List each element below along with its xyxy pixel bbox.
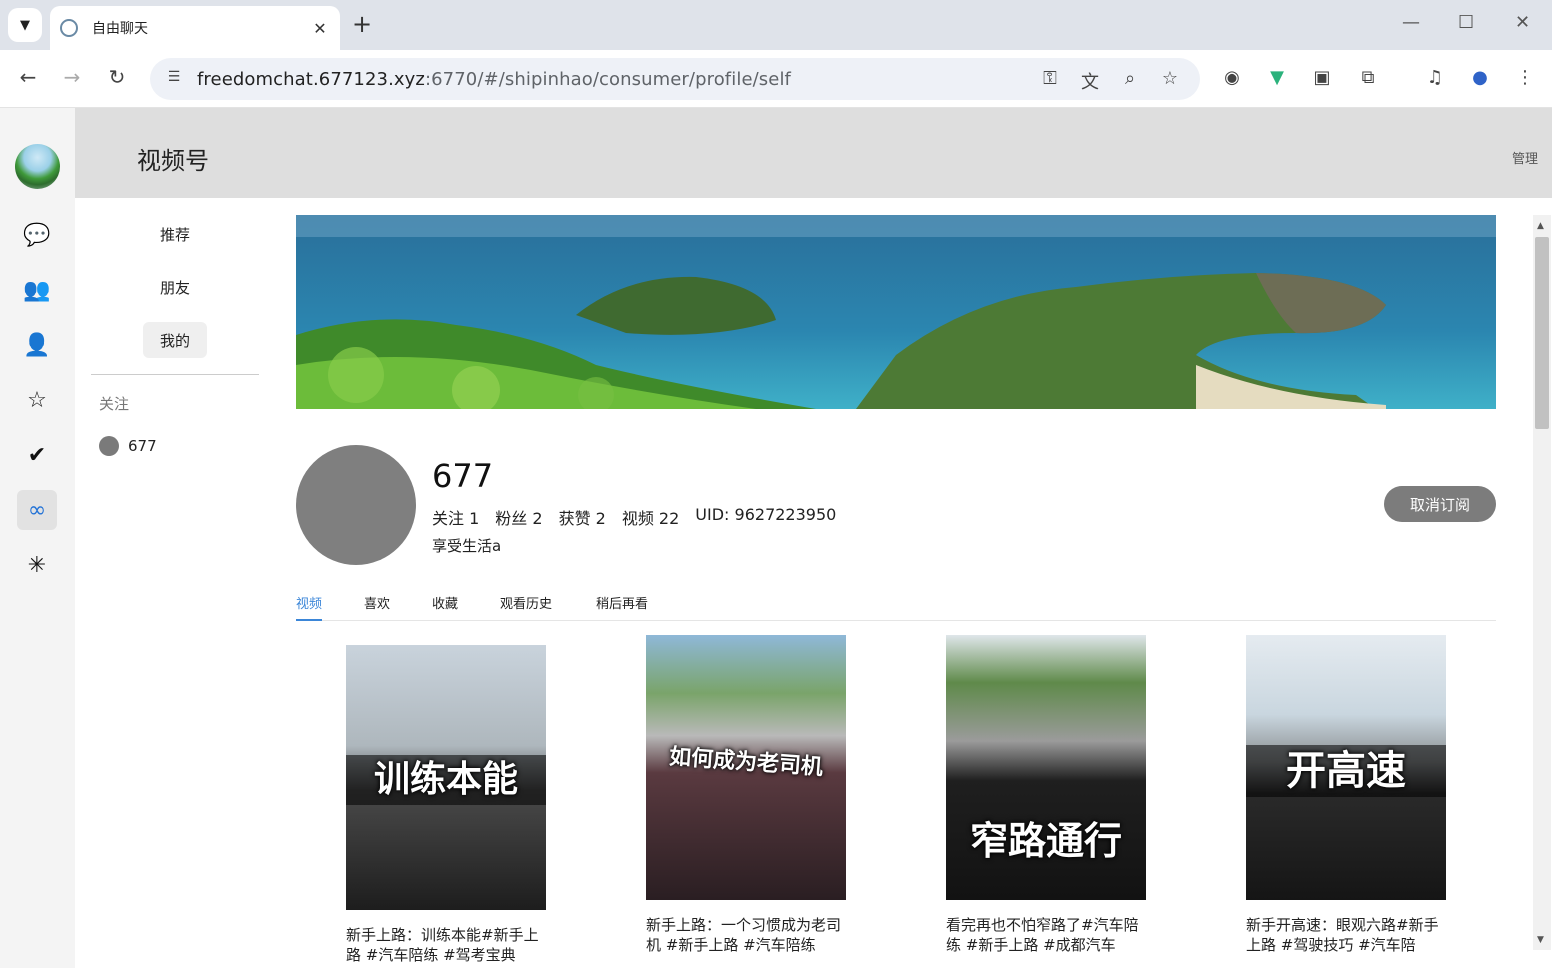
video-thumbnail[interactable]: 训练本能 xyxy=(346,645,546,910)
chat-icon[interactable]: 💬 xyxy=(17,215,57,255)
scroll-down-icon[interactable]: ▼ xyxy=(1537,935,1544,945)
likes-count: 获赞 2 xyxy=(558,509,606,528)
nav-item-friends[interactable]: 朋友 xyxy=(143,269,207,305)
browser-menu-icon[interactable]: ⋮ xyxy=(1513,67,1537,91)
video-title[interactable]: 新手上路：一个习惯成为老司机 #新手上路 #汽车陪练 xyxy=(646,915,846,955)
tab-watch-later[interactable]: 稍后再看 xyxy=(596,593,648,621)
profile-bio: 享受生活a xyxy=(432,537,502,555)
zoom-icon[interactable]: ⌕ xyxy=(1118,68,1142,89)
bookmark-star-icon[interactable]: ☆ xyxy=(1158,68,1182,89)
scroll-up-icon[interactable]: ▲ xyxy=(1537,221,1544,231)
page-header: 视频号 管理 xyxy=(75,108,1552,198)
channels-icon[interactable]: ∞ xyxy=(17,490,57,530)
person-icon[interactable]: 👤 xyxy=(17,325,57,365)
contacts-icon[interactable]: 👥 xyxy=(17,270,57,310)
key-icon[interactable]: ⚿ xyxy=(1038,68,1062,89)
favorites-star-icon[interactable]: ☆ xyxy=(17,380,57,420)
video-title[interactable]: 新手上路：训练本能#新手上路 #汽车陪练 #驾考宝典 xyxy=(346,925,546,965)
scrollbar-thumb[interactable] xyxy=(1535,237,1549,429)
new-tab-icon[interactable]: + xyxy=(352,12,372,36)
tab-title: 自由聊天 xyxy=(92,21,148,37)
site-favicon-icon xyxy=(60,19,78,37)
channels-nav: 推荐 朋友 我的 关注 677 xyxy=(75,198,275,968)
video-thumbnail[interactable]: 窄路通行 xyxy=(946,635,1146,900)
app-sidebar-rail: 💬 👥 👤 ☆ ✔ ∞ ✳ xyxy=(0,108,75,968)
profile-avatar-icon[interactable]: ● xyxy=(1468,67,1492,91)
video-title[interactable]: 看完再也不怕窄路了#汽车陪练 #新手上路 #成都汽车 xyxy=(946,915,1146,955)
video-thumbnail[interactable]: 如何成为老司机 xyxy=(646,635,846,900)
profile-name: 677 xyxy=(432,457,494,495)
verified-badge-icon[interactable]: ✔ xyxy=(17,435,57,475)
site-info-icon[interactable]: ☰ xyxy=(164,69,184,89)
browser-tab[interactable]: 自由聊天 ✕ xyxy=(50,6,340,50)
video-caption: 训练本能 xyxy=(346,755,546,805)
maximize-icon[interactable]: ☐ xyxy=(1458,12,1474,33)
video-title[interactable]: 新手开高速：眼观六路#新手上路 #驾驶技巧 #汽车陪 xyxy=(1246,915,1446,955)
user-avatar[interactable] xyxy=(15,144,60,189)
window-close-icon[interactable]: ✕ xyxy=(1515,12,1530,33)
following-item[interactable]: 677 xyxy=(99,436,157,456)
profile-banner-image xyxy=(296,215,1496,409)
tab-videos[interactable]: 视频 xyxy=(296,593,323,621)
profile-tabs: 视频 喜欢 收藏 观看历史 稍后再看 xyxy=(296,589,1496,621)
profile-main: 677 关注 1 粉丝 2 获赞 2 视频 22 UID: 9627223950… xyxy=(296,215,1496,968)
tab-likes[interactable]: 喜欢 xyxy=(364,593,390,621)
address-bar[interactable]: ☰ freedomchat.677123.xyz:6770/#/shipinha… xyxy=(150,58,1200,100)
tab-history[interactable]: 观看历史 xyxy=(500,593,552,621)
url-host: freedomchat.677123.xyz xyxy=(197,68,425,90)
vue-devtools-icon[interactable]: ▼ xyxy=(1265,67,1289,91)
browser-toolbar: ← → ↻ ☰ freedomchat.677123.xyz:6770/#/sh… xyxy=(0,50,1552,108)
video-caption: 开高速 xyxy=(1246,745,1446,797)
moments-icon[interactable]: ✳ xyxy=(17,545,57,585)
unsubscribe-button[interactable]: 取消订阅 xyxy=(1384,486,1496,522)
fans-count[interactable]: 粉丝 2 xyxy=(495,505,542,529)
browser-tab-strip: ▼ 自由聊天 ✕ + — ☐ ✕ xyxy=(0,0,1552,50)
tab-search-button[interactable]: ▼ xyxy=(8,8,42,42)
videos-count: 视频 22 xyxy=(621,509,680,528)
extension-c-icon[interactable]: ▣ xyxy=(1310,67,1334,91)
extension-circle-icon[interactable]: ◉ xyxy=(1220,67,1244,91)
video-caption: 窄路通行 xyxy=(969,819,1122,863)
content-scrollbar[interactable]: ▲ ▼ xyxy=(1533,215,1551,950)
nav-item-recommend[interactable]: 推荐 xyxy=(143,216,207,252)
following-heading: 关注 xyxy=(99,395,130,413)
back-arrow-icon[interactable]: ← xyxy=(16,65,40,89)
media-controls-icon[interactable]: ♫ xyxy=(1423,67,1447,91)
translate-icon[interactable]: 文 xyxy=(1078,68,1102,94)
video-thumbnail[interactable]: 开高速 xyxy=(1246,635,1446,900)
url-text: freedomchat.677123.xyz:6770/#/shipinhao/… xyxy=(197,69,791,90)
page-title: 视频号 xyxy=(137,147,209,175)
manage-link[interactable]: 管理 xyxy=(1512,148,1538,167)
following-count[interactable]: 关注 1 xyxy=(432,505,479,529)
chevron-down-icon: ▼ xyxy=(20,17,30,33)
uid-text: UID: 9627223950 xyxy=(695,505,837,524)
tab-favorites[interactable]: 收藏 xyxy=(432,593,458,621)
video-caption: 如何成为老司机 xyxy=(668,744,824,781)
extensions-puzzle-icon[interactable]: ⧉ xyxy=(1356,67,1380,91)
following-avatar xyxy=(99,436,119,456)
reload-icon[interactable]: ↻ xyxy=(105,65,129,89)
url-path: :6770/#/shipinhao/consumer/profile/self xyxy=(424,68,791,90)
minimize-icon[interactable]: — xyxy=(1402,12,1420,33)
close-tab-icon[interactable]: ✕ xyxy=(310,19,330,38)
nav-item-mine[interactable]: 我的 xyxy=(143,322,207,358)
following-name: 677 xyxy=(128,437,157,455)
nav-divider xyxy=(91,374,259,375)
forward-arrow-icon[interactable]: → xyxy=(60,65,84,89)
profile-avatar xyxy=(296,445,416,565)
profile-stats: 关注 1 粉丝 2 获赞 2 视频 22 UID: 9627223950 xyxy=(432,505,836,529)
